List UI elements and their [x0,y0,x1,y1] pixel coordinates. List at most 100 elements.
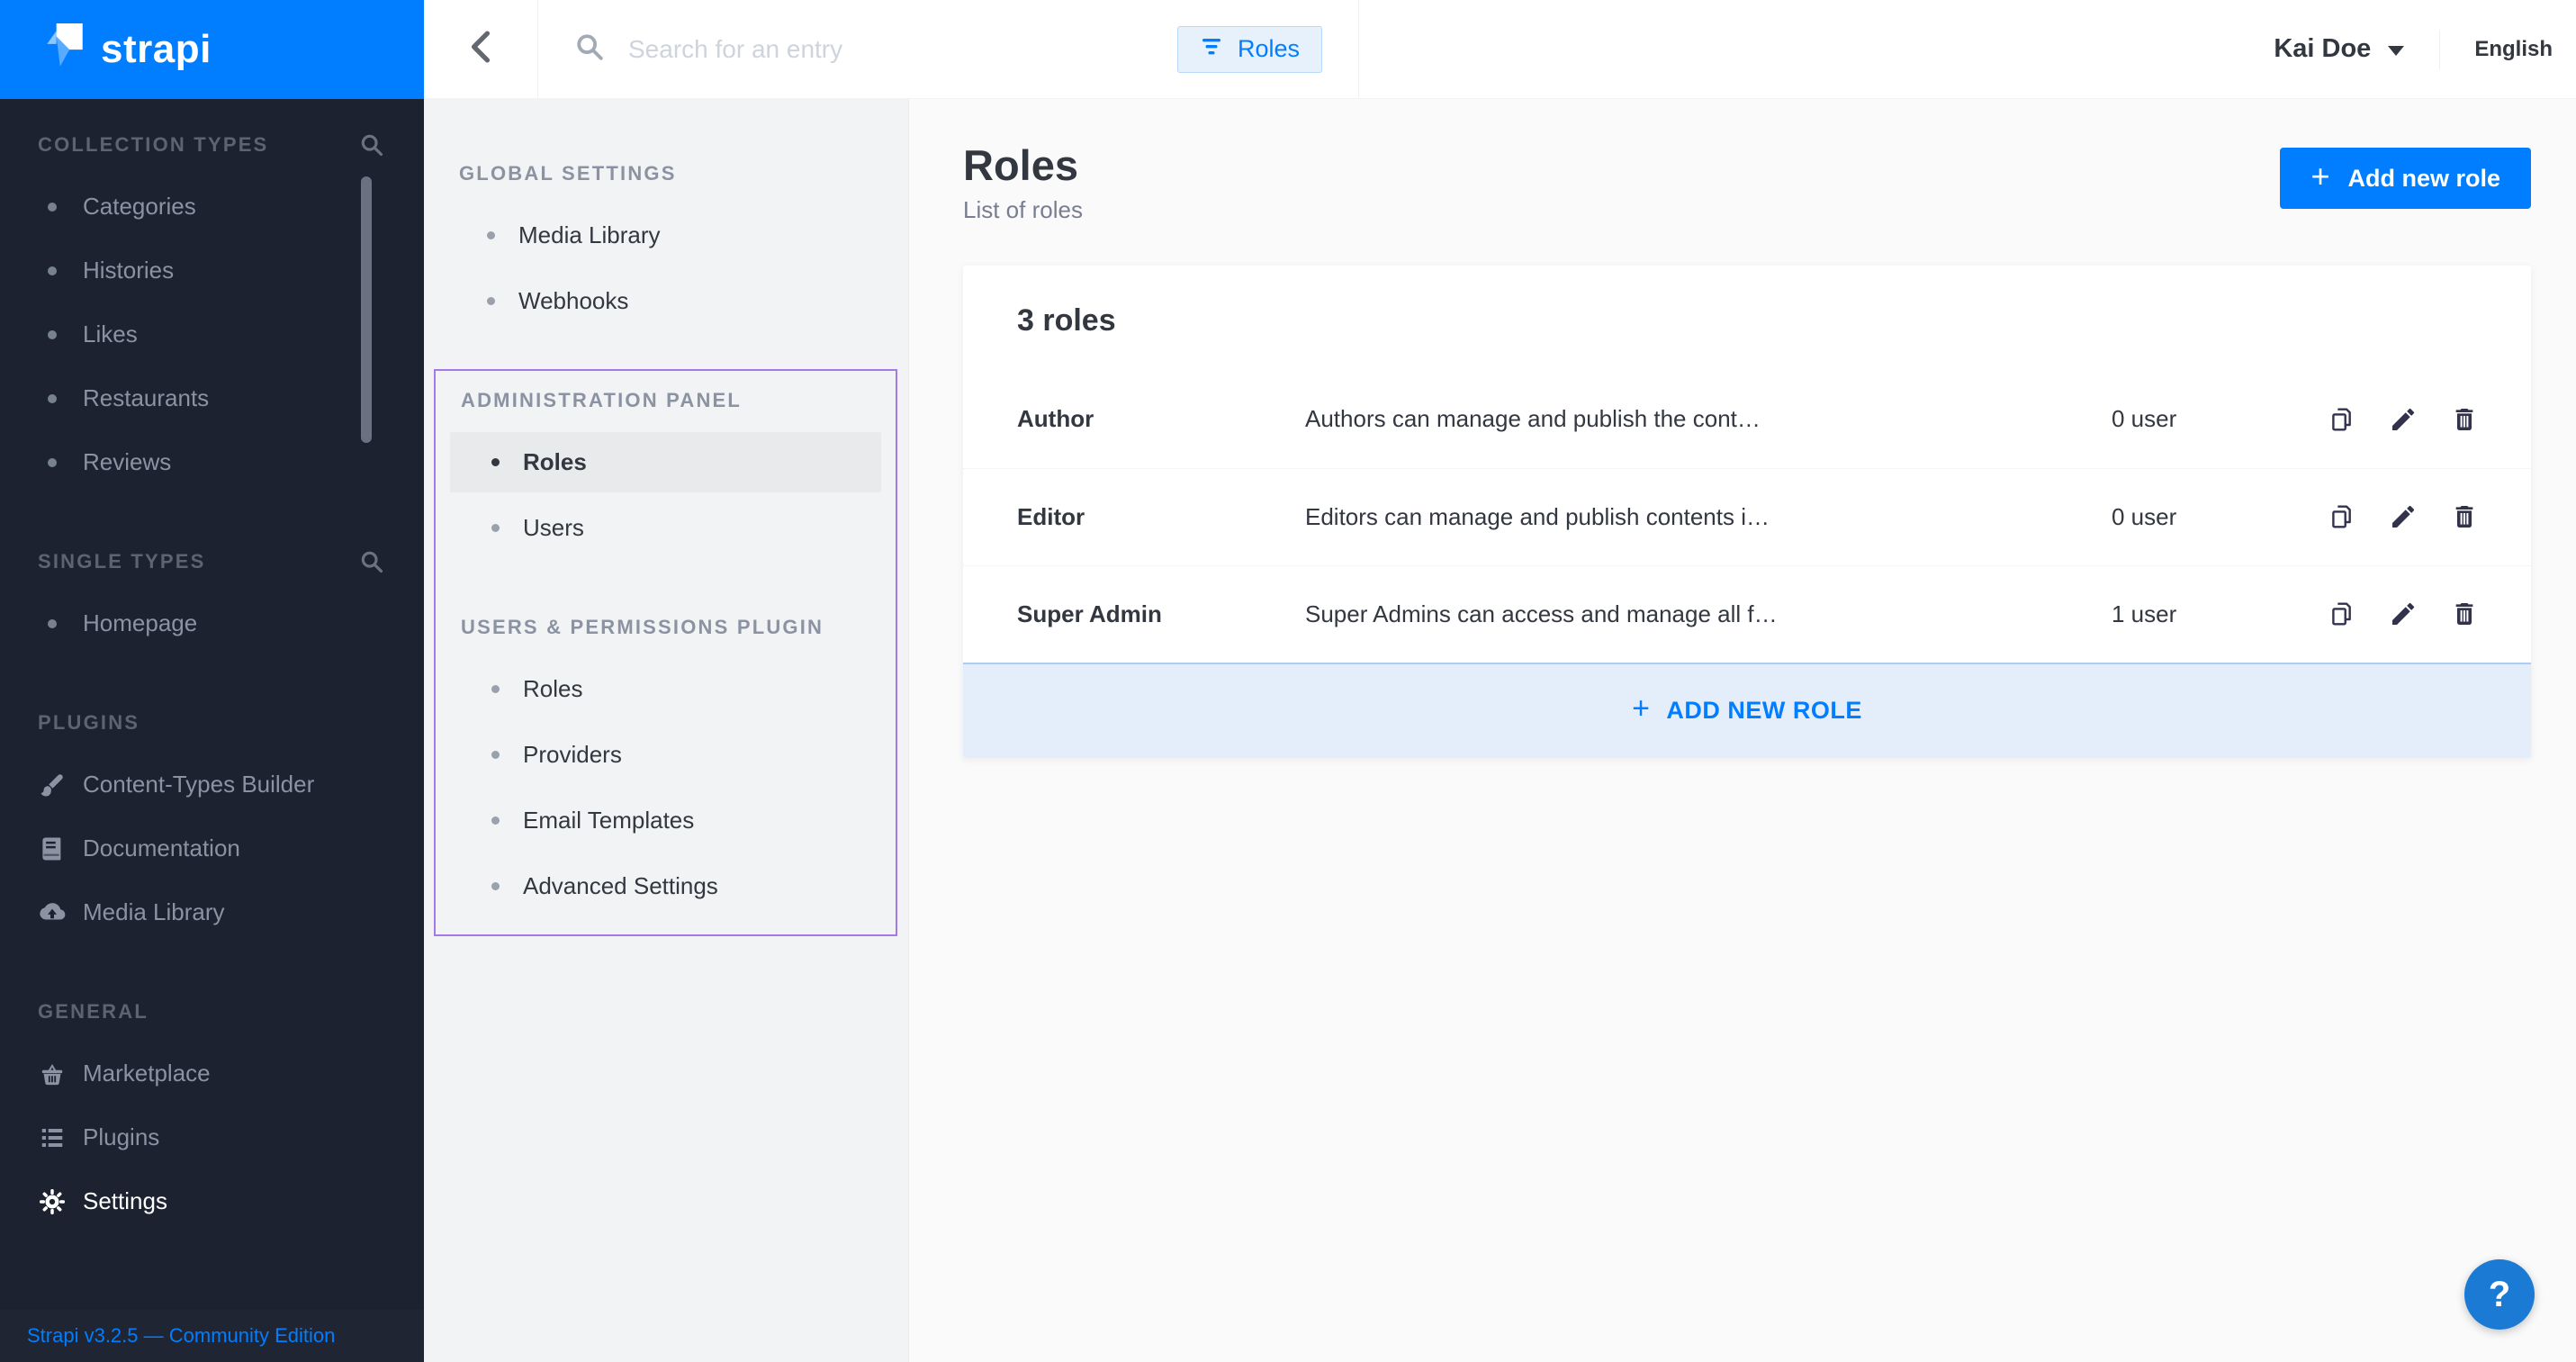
language-picker[interactable]: English [2439,30,2553,69]
main-sidebar: strapi COLLECTION TYPESCategoriesHistori… [0,0,424,1362]
chevron-left-icon [470,31,491,68]
search-icon[interactable] [359,132,384,158]
sidebar-item-label: Documentation [83,834,240,862]
edit-role-button[interactable] [2389,501,2419,532]
bullet-icon [487,297,495,305]
edit-role-button[interactable] [2389,599,2419,629]
roles-card: 3 roles AuthorAuthors can manage and pub… [963,266,2531,758]
search-icon[interactable] [359,549,384,574]
page-title-block: Roles List of roles [963,142,1083,224]
sidebar-item-label: Marketplace [83,1060,211,1087]
settings-item-administration-panel-roles[interactable]: Roles [450,432,881,492]
duplicate-role-button[interactable] [2328,501,2358,532]
role-actions [2256,501,2481,532]
page-title: Roles [963,142,1083,189]
filter-icon [1200,35,1223,63]
settings-item-label: Roles [523,448,587,476]
delete-role-button[interactable] [2450,501,2481,532]
sidebar-section-header: GENERAL [0,1000,424,1024]
book-icon [36,833,68,865]
collapse-back-button[interactable] [424,0,538,98]
version-bar: Strapi v3.2.5 — Community Edition [0,1310,424,1362]
settings-items: Media Library Webhooks [424,205,908,331]
settings-item-label: Media Library [518,221,661,249]
settings-item-global-settings-webhooks[interactable]: Webhooks [446,271,887,331]
search-bar: Roles [538,0,1359,98]
sidebar-item-label: Media Library [83,898,225,926]
sidebar-section-general: GENERAL Marketplace Plugins Settings [0,1000,424,1233]
sidebar-item-reviews[interactable]: Reviews [0,430,424,494]
sidebar-item-homepage[interactable]: Homepage [0,591,424,655]
role-users-count: 1 user [2112,600,2256,628]
bullet-icon [36,383,68,415]
settings-section-label: ADMINISTRATION PANEL [461,389,896,412]
delete-role-button[interactable] [2450,404,2481,435]
sidebar-item-marketplace[interactable]: Marketplace [0,1042,424,1105]
bullet-icon [491,751,500,759]
delete-role-button[interactable] [2450,599,2481,629]
bullet-icon [487,231,495,239]
role-users-count: 0 user [2112,405,2256,433]
sidebar-scrollbar-thumb[interactable] [361,176,372,443]
basket-icon [36,1058,68,1090]
strapi-logo-text: strapi [101,27,212,72]
sidebar-section-plugins: PLUGINS Content-Types Builder Documentatio… [0,711,424,944]
user-menu[interactable]: Kai Doe [2274,34,2439,64]
edit-role-button[interactable] [2389,404,2419,435]
bullet-icon [491,882,500,890]
sidebar-item-label: Settings [83,1187,167,1215]
sidebar-item-plugins[interactable]: Plugins [0,1105,424,1169]
sidebar-item-label: Categories [83,193,196,221]
pencil-icon [2389,502,2419,531]
version-link[interactable]: Strapi v3.2.5 — Community Edition [27,1324,335,1348]
language-label: English [2474,37,2553,62]
table-row-author[interactable]: AuthorAuthors can manage and publish the… [963,371,2531,468]
brush-icon [36,769,68,801]
caret-down-icon [2387,34,2405,64]
sidebar-item-media-library[interactable]: Media Library [0,880,424,944]
search-icon [574,32,605,67]
settings-item-users-permissions-plugin-providers[interactable]: Providers [450,725,881,785]
sidebar-section-header: PLUGINS [0,711,424,735]
sidebar-item-label: Restaurants [83,384,209,412]
table-row-super-admin[interactable]: Super AdminSuper Admins can access and m… [963,565,2531,663]
search-input[interactable] [628,35,1154,64]
sidebar-item-documentation[interactable]: Documentation [0,816,424,880]
table-row-editor[interactable]: EditorEditors can manage and publish con… [963,468,2531,565]
page-subtitle: List of roles [963,196,1083,224]
bullet-icon [491,524,500,532]
filter-chip-roles[interactable]: Roles [1177,26,1322,73]
bullet-icon [36,608,68,640]
sidebar-item-content-types-builder[interactable]: Content-Types Builder [0,753,424,816]
strapi-logo[interactable]: strapi [0,0,424,99]
duplicate-role-button[interactable] [2328,404,2358,435]
pencil-icon [2389,405,2419,434]
settings-item-global-settings-media-library[interactable]: Media Library [446,205,887,266]
duplicate-role-button[interactable] [2328,599,2358,629]
bullet-icon [36,319,68,351]
settings-item-users-permissions-plugin-roles[interactable]: Roles [450,659,881,719]
settings-item-users-permissions-plugin-advanced-settings[interactable]: Advanced Settings [450,856,881,916]
add-new-role-button[interactable]: + Add new role [2280,148,2531,209]
settings-section-global-settings: GLOBAL SETTINGSMedia LibraryWebhooks [424,162,908,331]
sidebar-items: Content-Types Builder Documentation Media … [0,753,424,944]
gear-icon [36,1186,68,1218]
help-button[interactable]: ? [2464,1259,2535,1330]
sidebar-item-settings[interactable]: Settings [0,1169,424,1233]
role-actions [2256,599,2481,629]
settings-highlight-box: ADMINISTRATION PANELRolesUsersUSERS & PE… [434,369,897,936]
add-new-role-footer-button[interactable]: + ADD NEW ROLE [963,663,2531,758]
sidebar-item-label: Likes [83,320,138,348]
settings-item-users-permissions-plugin-email-templates[interactable]: Email Templates [450,790,881,851]
settings-item-label: Email Templates [523,807,694,834]
footer-button-label: ADD NEW ROLE [1666,697,1862,725]
cloud-upload-icon [36,897,68,929]
sidebar-item-label: Homepage [83,609,197,637]
settings-items: RolesProviders Email Templates Advanced Se… [436,659,896,916]
topbar-right: Kai Doe English [1359,0,2576,98]
sidebar-section-single-types: SINGLE TYPESHomepage [0,550,424,655]
roles-count: 3 roles [963,266,2531,371]
settings-item-administration-panel-users[interactable]: Users [450,498,881,558]
sidebar-item-label: Plugins [83,1123,159,1151]
sidebar-item-label: Histories [83,257,174,284]
